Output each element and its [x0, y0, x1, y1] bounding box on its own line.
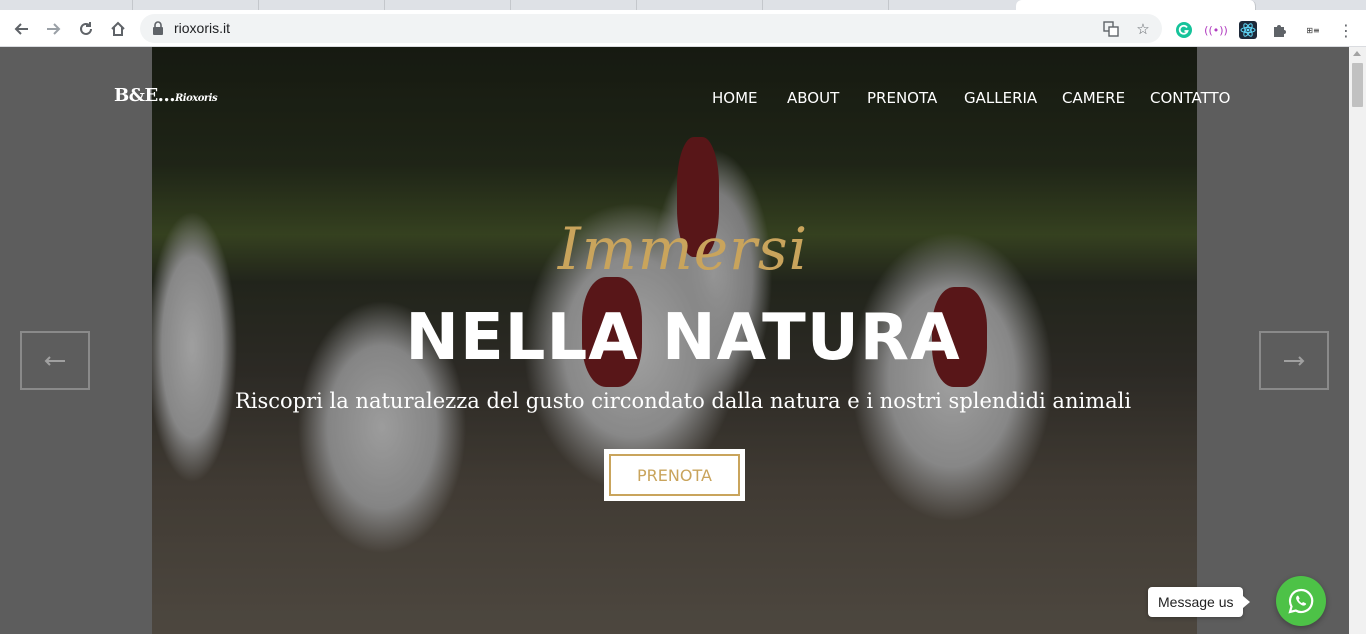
- message-us-label[interactable]: Message us: [1148, 587, 1252, 617]
- scrollbar-thumb[interactable]: [1352, 63, 1363, 107]
- hero-script-title: Immersi: [557, 215, 809, 283]
- browser-tab[interactable]: [763, 0, 889, 10]
- address-bar[interactable]: rioxoris.it ☆: [140, 14, 1162, 43]
- nav-about[interactable]: ABOUT: [787, 89, 839, 107]
- browser-toolbar: rioxoris.it ☆ ((•)) ⊞≡ ⋮: [0, 10, 1366, 47]
- slider-prev-button[interactable]: [20, 331, 90, 390]
- whatsapp-button[interactable]: [1276, 576, 1326, 626]
- puzzle-icon[interactable]: [1270, 20, 1290, 40]
- browser-tab[interactable]: [511, 0, 637, 10]
- nav-prenota[interactable]: PRENOTA: [867, 89, 937, 107]
- browser-tab[interactable]: [133, 0, 259, 10]
- slider-next-button[interactable]: [1259, 331, 1329, 390]
- page-scrollbar[interactable]: [1349, 47, 1366, 634]
- forward-button[interactable]: [41, 16, 67, 42]
- browser-tab[interactable]: [385, 0, 511, 10]
- browser-tab[interactable]: [259, 0, 385, 10]
- star-icon[interactable]: ☆: [1134, 20, 1152, 38]
- kebab-menu-icon[interactable]: ⋮: [1336, 20, 1356, 40]
- arrow-right-icon: [47, 23, 61, 35]
- scroll-up-arrow[interactable]: [1353, 51, 1361, 56]
- tab-strip: [0, 0, 1366, 10]
- browser-tab[interactable]: [0, 0, 133, 10]
- browser-tab[interactable]: [637, 0, 763, 10]
- reload-icon: [80, 22, 92, 35]
- arrow-left-icon: [44, 355, 65, 366]
- nav-home[interactable]: HOME: [712, 89, 758, 107]
- prenota-button[interactable]: PRENOTA: [609, 454, 740, 496]
- prenota-button-frame: PRENOTA: [604, 449, 745, 501]
- reload-button[interactable]: [73, 16, 99, 42]
- translate-icon[interactable]: [1102, 20, 1120, 38]
- back-button[interactable]: [8, 16, 34, 42]
- extension-icon[interactable]: ⊞≡: [1302, 20, 1324, 40]
- nav-galleria[interactable]: GALLERIA: [964, 89, 1037, 107]
- web-page: B&E...Rioxoris HOME ABOUT PRENOTA GALLER…: [0, 47, 1366, 634]
- active-browser-tab[interactable]: [1016, 0, 1256, 10]
- hero-subtitle: Riscopri la naturalezza del gusto circon…: [234, 389, 1132, 413]
- nav-camere[interactable]: CAMERE: [1062, 89, 1125, 107]
- main-navigation: HOME ABOUT PRENOTA GALLERIA CAMERE CONTA…: [0, 89, 1366, 109]
- arrow-right-icon: [1284, 355, 1305, 366]
- home-icon: [111, 21, 125, 36]
- react-devtools-icon[interactable]: [1238, 20, 1258, 40]
- lock-icon: [153, 21, 163, 35]
- hero-title: NELLA NATURA: [405, 301, 961, 375]
- grammarly-icon[interactable]: [1174, 20, 1194, 40]
- arrow-left-icon: [14, 23, 28, 35]
- podcast-icon[interactable]: ((•)): [1204, 20, 1228, 40]
- nav-contatto[interactable]: CONTATTO: [1150, 89, 1230, 107]
- whatsapp-icon: [1288, 588, 1314, 614]
- url-text: rioxoris.it: [174, 20, 231, 36]
- home-button[interactable]: [105, 16, 131, 42]
